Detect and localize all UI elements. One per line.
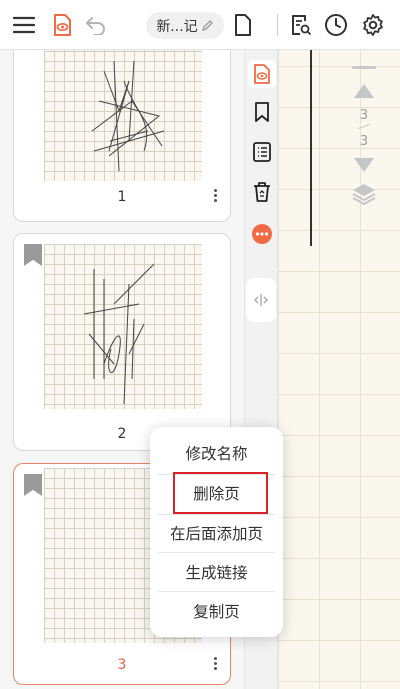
view-mode-icon[interactable] [48,11,76,39]
rename-menu-item[interactable]: 修改名称 [150,434,283,472]
document-title-field[interactable]: 新...记 [146,12,224,39]
page-up-icon[interactable] [352,82,376,104]
document-title: 新...记 [156,18,198,35]
edit-pencil-icon [201,20,213,32]
settings-gear-icon[interactable] [359,11,387,39]
resize-handle-icon[interactable] [246,278,276,322]
page-thumbnail[interactable]: 2 [13,233,231,451]
drag-bar[interactable] [352,66,376,69]
page-thumbnail[interactable]: 1 [13,50,231,222]
bookmark-icon[interactable] [24,244,42,266]
more-options-icon[interactable] [214,655,218,672]
page-preview [44,244,202,409]
bookmark-icon[interactable] [24,474,42,496]
toolbar-divider [277,14,278,36]
page-preview [44,50,202,181]
copy-page-menu-item[interactable]: 复制页 [150,592,283,630]
page-down-icon[interactable] [352,156,376,178]
handwriting-sketch [91,60,165,172]
menu-icon[interactable] [10,11,38,39]
bookmark-icon[interactable] [248,98,276,126]
page-context-menu: 修改名称 删除页 在后面添加页 生成链接 复制页 [150,427,283,637]
page-separator [358,123,370,130]
history-clock-icon[interactable] [322,11,350,39]
page-navigator: 3 3 [346,66,382,216]
more-icon[interactable] [248,220,276,248]
current-page-number: 3 [359,108,369,123]
recycle-bin-icon[interactable] [248,178,276,206]
view-mode-icon[interactable] [248,60,276,88]
undo-icon[interactable] [82,11,110,39]
outline-list-icon[interactable] [248,138,276,166]
more-options-icon[interactable] [214,187,218,204]
search-doc-icon[interactable] [287,11,315,39]
page-icon[interactable] [229,11,257,39]
add-page-after-menu-item[interactable]: 在后面添加页 [150,514,283,552]
handwriting-sketch [83,263,155,405]
total-page-number: 3 [359,134,369,149]
layers-icon[interactable] [351,182,377,210]
top-toolbar: 新...记 [0,0,400,50]
generate-link-menu-item[interactable]: 生成链接 [150,553,283,591]
page-number: 3 [117,657,127,673]
highlight-box [173,472,268,514]
pen-stroke [310,50,312,246]
page-number: 1 [117,189,127,205]
